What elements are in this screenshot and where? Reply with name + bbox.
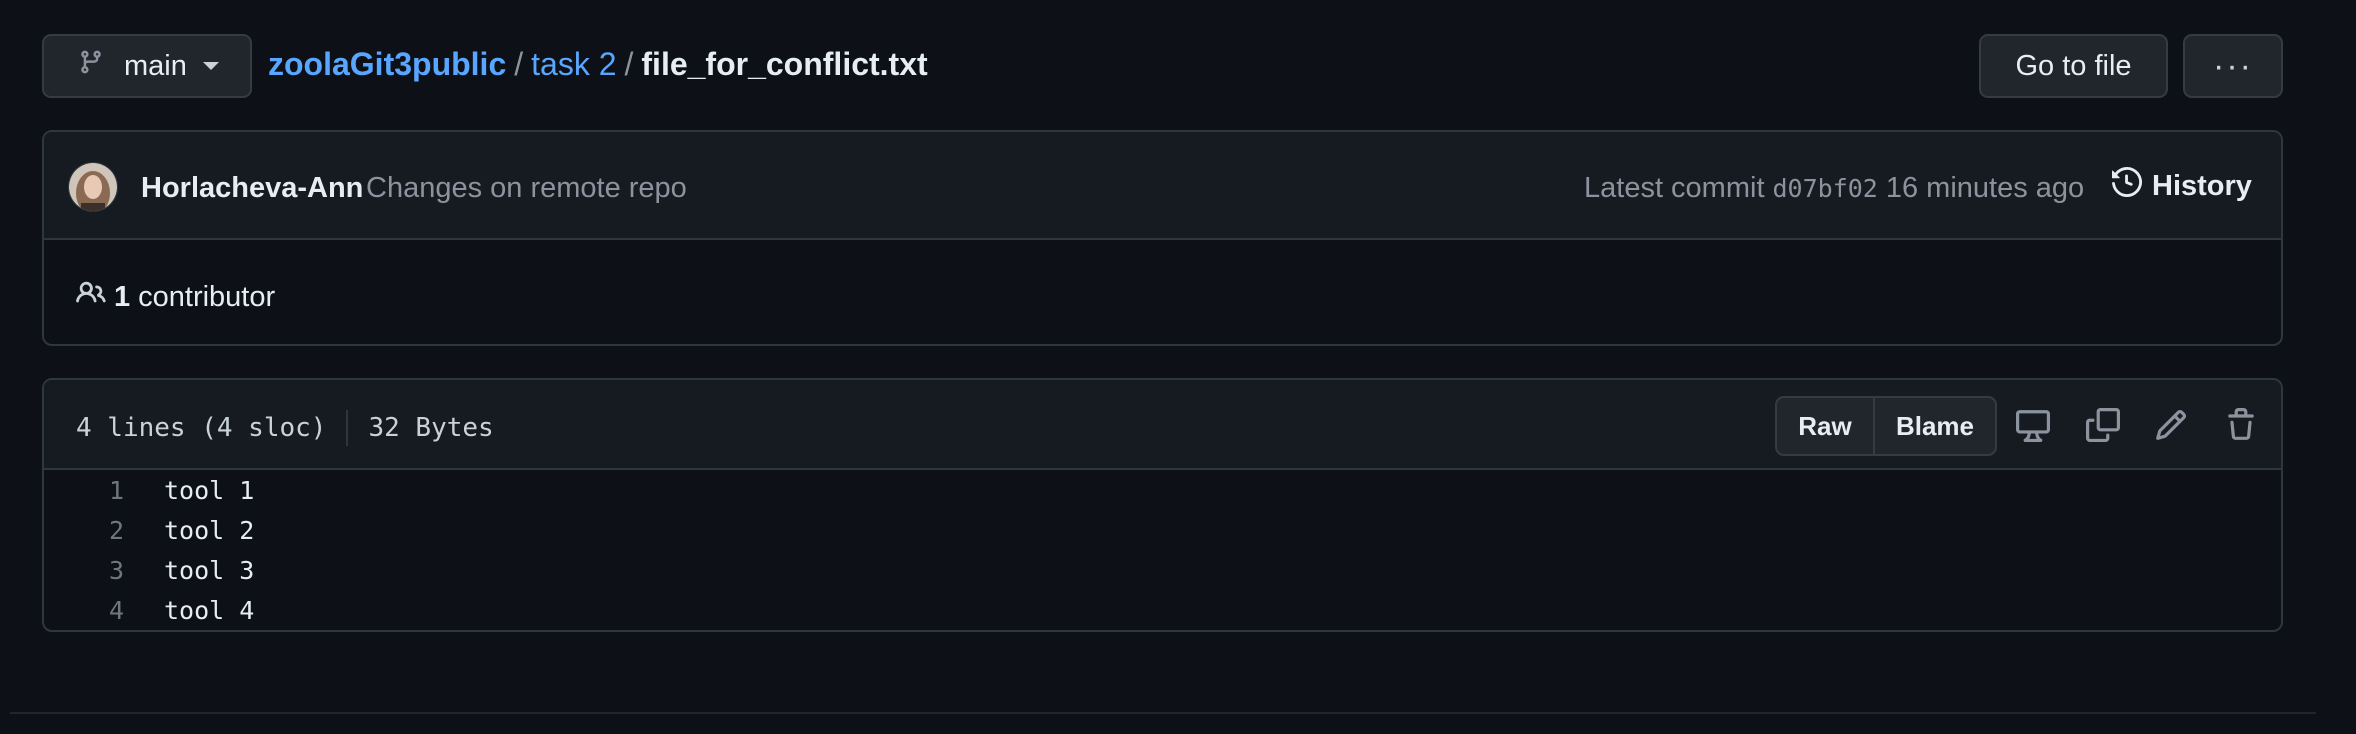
latest-commit-box: Horlacheva-Ann Changes on remote repo La…	[42, 130, 2283, 346]
raw-button[interactable]: Raw	[1777, 398, 1875, 454]
code-line: 3 tool 3	[44, 550, 2281, 590]
commit-row: Horlacheva-Ann Changes on remote repo La…	[44, 132, 2281, 240]
breadcrumb-repo-link[interactable]: zoolaGit3public	[268, 46, 506, 82]
file-size: 32 Bytes	[368, 413, 494, 443]
branch-label: main	[124, 49, 187, 82]
footer-divider	[10, 712, 2316, 714]
branch-select-button[interactable]: main	[42, 34, 252, 98]
trash-icon[interactable]	[2222, 406, 2260, 444]
history-label: History	[2152, 169, 2252, 202]
copy-icon[interactable]	[2084, 406, 2122, 444]
file-header: 4 lines (4 sloc) 32 Bytes Raw Blame	[44, 380, 2281, 470]
contributors-row: 1 contributor	[44, 240, 2281, 344]
git-branch-icon	[78, 48, 104, 84]
breadcrumb-file-name: file_for_conflict.txt	[641, 46, 928, 82]
line-text: tool 2	[164, 515, 255, 545]
avatar[interactable]	[68, 162, 118, 212]
code-line: 1 tool 1	[44, 470, 2281, 510]
go-to-file-button[interactable]: Go to file	[1979, 34, 2168, 98]
breadcrumb-folder-link[interactable]: task 2	[531, 46, 616, 82]
commit-author-link[interactable]: Horlacheva-Ann	[141, 172, 363, 205]
file-info: 4 lines (4 sloc) 32 Bytes	[76, 410, 494, 446]
people-icon	[76, 278, 114, 316]
blame-button[interactable]: Blame	[1875, 398, 1995, 454]
history-button[interactable]: History	[2112, 166, 2252, 206]
history-icon	[2112, 166, 2152, 205]
file-viewer: 4 lines (4 sloc) 32 Bytes Raw Blame 1 to…	[42, 378, 2283, 632]
line-text: tool 3	[164, 555, 255, 585]
line-number[interactable]: 3	[44, 556, 124, 585]
contributors-count: 1	[114, 280, 131, 313]
commit-message-link[interactable]: Changes on remote repo	[366, 172, 687, 205]
commit-time: 16 minutes ago	[1885, 172, 2085, 204]
breadcrumb-separator: /	[624, 46, 634, 82]
breadcrumb: zoolaGit3public / task 2/file_for_conflict…	[268, 46, 928, 83]
divider	[346, 410, 349, 446]
breadcrumb-separator: /	[514, 46, 524, 82]
pencil-icon[interactable]	[2152, 406, 2190, 444]
raw-blame-group: Raw Blame	[1775, 396, 1997, 456]
contributors-link[interactable]: 1 contributor	[76, 278, 275, 316]
line-number[interactable]: 4	[44, 596, 124, 625]
code-line: 4 tool 4	[44, 590, 2281, 630]
latest-commit-label: Latest commit	[1584, 172, 1765, 204]
kebab-horizontal-icon: ···	[2213, 47, 2253, 85]
line-text: tool 4	[164, 595, 255, 625]
contributors-label: contributor	[138, 280, 276, 313]
latest-commit-info: Latest commit d07bf02 16 minutes ago	[1584, 172, 2084, 205]
desktop-icon[interactable]	[2014, 406, 2052, 444]
line-number[interactable]: 2	[44, 516, 124, 545]
commit-sha-link[interactable]: d07bf02	[1773, 174, 1878, 203]
chevron-down-icon	[202, 62, 219, 70]
more-options-button[interactable]: ···	[2183, 34, 2283, 98]
code-view: 1 tool 1 2 tool 2 3 tool 3 4 tool 4	[44, 470, 2281, 630]
line-text: tool 1	[164, 475, 255, 505]
file-lines-info: 4 lines (4 sloc)	[76, 413, 327, 443]
code-line: 2 tool 2	[44, 510, 2281, 550]
line-number[interactable]: 1	[44, 476, 124, 505]
